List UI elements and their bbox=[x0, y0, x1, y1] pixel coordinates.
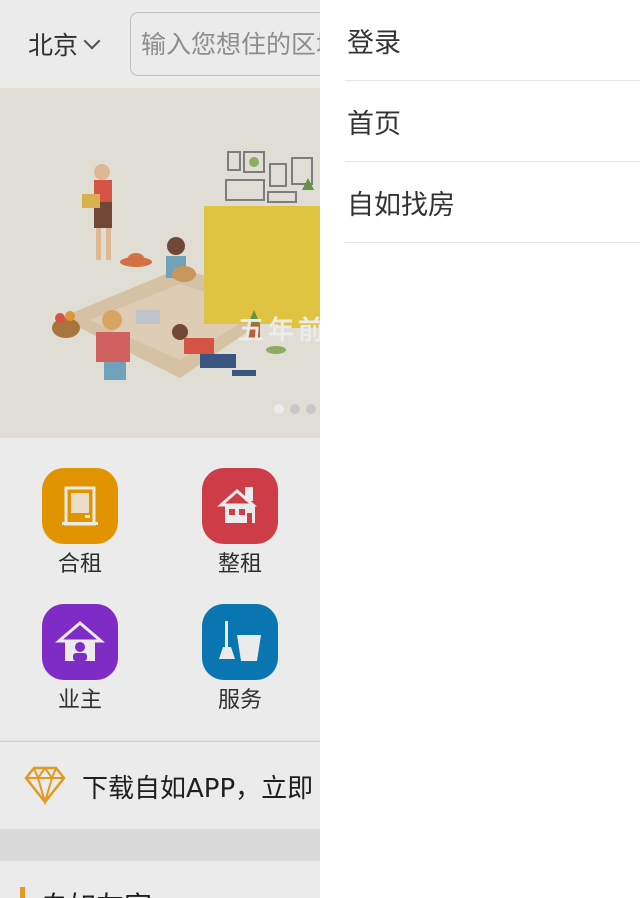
drawer-item-login[interactable]: 登录 bbox=[345, 0, 640, 81]
drawer-item-find-house[interactable]: 自如找房 bbox=[345, 162, 640, 243]
drawer-item-label: 自如找房 bbox=[347, 189, 455, 221]
side-drawer: 登录 首页 自如找房 bbox=[320, 0, 640, 898]
drawer-item-home[interactable]: 首页 bbox=[345, 81, 640, 162]
drawer-item-label: 首页 bbox=[347, 108, 401, 140]
drawer-item-label: 登录 bbox=[347, 27, 401, 59]
